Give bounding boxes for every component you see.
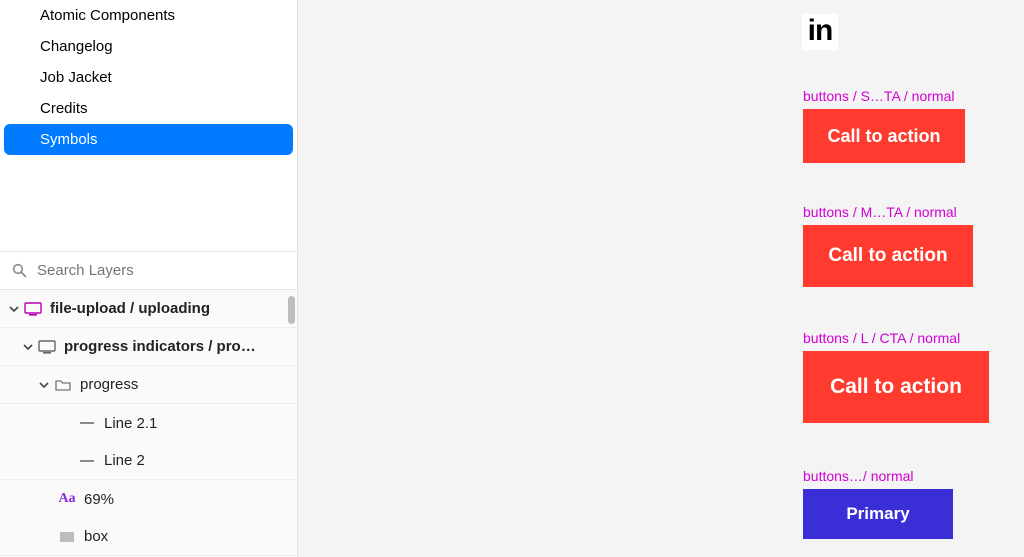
rectangle-icon: [56, 532, 78, 542]
layer-label: progress indicators / pro…: [64, 338, 287, 355]
line-icon: [76, 460, 98, 462]
symbol-buttons-m-cta-normal[interactable]: buttons / M…TA / normal Call to action: [803, 204, 973, 287]
layer-label: Line 2: [104, 452, 287, 469]
layer-file-upload-uploading[interactable]: file-upload / uploading: [0, 290, 297, 328]
linkedin-icon[interactable]: in: [802, 14, 838, 50]
layer-line-2-1[interactable]: Line 2.1: [0, 404, 297, 442]
page-changelog[interactable]: Changelog: [4, 31, 293, 62]
layers-panel: file-upload / uploading progress indicat…: [0, 290, 297, 557]
folder-icon: [52, 379, 74, 391]
page-symbols[interactable]: Symbols: [4, 124, 293, 155]
cta-button-large[interactable]: Call to action: [803, 351, 989, 423]
layer-line-2[interactable]: Line 2: [0, 442, 297, 480]
page-list: Atomic Components Changelog Job Jacket C…: [0, 0, 297, 155]
search-icon: [12, 263, 27, 278]
layer-label: progress: [80, 376, 287, 393]
layer-progress-group[interactable]: progress: [0, 366, 297, 404]
layer-label: box: [84, 528, 287, 545]
primary-button[interactable]: Primary: [803, 489, 953, 539]
symbol-label: buttons…/ normal: [803, 468, 953, 484]
layer-progress-indicators[interactable]: progress indicators / pro…: [0, 328, 297, 366]
symbol-icon: [36, 340, 58, 354]
layer-label: file-upload / uploading: [50, 300, 287, 317]
symbol-label: buttons / S…TA / normal: [803, 88, 965, 104]
layer-label: 69%: [84, 491, 287, 508]
symbol-buttons-primary-normal[interactable]: buttons…/ normal Primary: [803, 468, 953, 539]
canvas[interactable]: in buttons / S…TA / normal Call to actio…: [298, 0, 1024, 557]
page-credits[interactable]: Credits: [4, 93, 293, 124]
layer-box[interactable]: box: [0, 518, 297, 556]
symbol-buttons-l-cta-normal[interactable]: buttons / L / CTA / normal Call to actio…: [803, 330, 989, 423]
symbol-icon: [22, 302, 44, 316]
search-input[interactable]: [37, 262, 285, 279]
search-layers[interactable]: [0, 251, 297, 290]
chevron-down-icon: [36, 380, 52, 390]
symbol-label: buttons / L / CTA / normal: [803, 330, 989, 346]
layer-label: Line 2.1: [104, 415, 287, 432]
page-job-jacket[interactable]: Job Jacket: [4, 62, 293, 93]
cta-button-small[interactable]: Call to action: [803, 109, 965, 163]
chevron-down-icon: [6, 304, 22, 314]
layers-scrollbar[interactable]: [288, 296, 295, 324]
layer-text-69[interactable]: Aa 69%: [0, 480, 297, 518]
page-atomic-components[interactable]: Atomic Components: [4, 0, 293, 31]
line-icon: [76, 422, 98, 424]
symbol-buttons-s-cta-normal[interactable]: buttons / S…TA / normal Call to action: [803, 88, 965, 163]
sidebar: Atomic Components Changelog Job Jacket C…: [0, 0, 298, 557]
text-icon: Aa: [56, 491, 78, 507]
cta-button-medium[interactable]: Call to action: [803, 225, 973, 287]
chevron-down-icon: [20, 342, 36, 352]
symbol-label: buttons / M…TA / normal: [803, 204, 973, 220]
